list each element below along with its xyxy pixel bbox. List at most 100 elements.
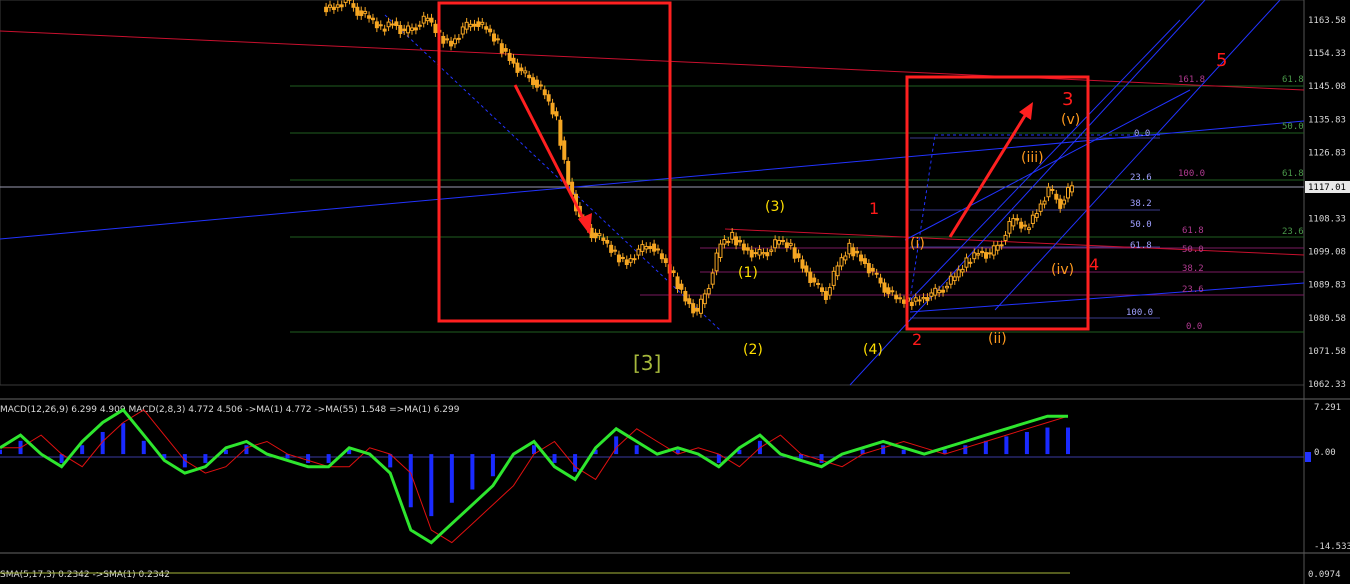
candle (1054, 193, 1059, 200)
candle (741, 243, 746, 251)
fib-label: 23.6 (1182, 285, 1204, 295)
candle (964, 257, 969, 268)
candle (886, 287, 891, 295)
candle (378, 24, 383, 27)
candle (710, 272, 715, 285)
wave-label-r5: 5 (1216, 50, 1227, 71)
candle (890, 290, 895, 293)
candle (597, 233, 602, 237)
fib-label: 61.8 (1282, 75, 1304, 85)
price-panel (0, 0, 1305, 386)
candle (542, 89, 547, 96)
candle (757, 248, 762, 256)
candle (616, 254, 621, 263)
candle (550, 102, 555, 115)
candle (331, 6, 336, 10)
candle (367, 15, 372, 19)
candle (784, 242, 789, 249)
candle (613, 249, 618, 252)
candle (714, 252, 719, 272)
candle (1034, 213, 1039, 218)
candle (519, 67, 524, 72)
macd-axis: 7.291 0.00 -14.533 (1314, 403, 1350, 552)
candle (480, 21, 485, 25)
candle (933, 287, 938, 296)
candle (484, 26, 489, 30)
candle (917, 299, 922, 302)
candle (531, 77, 536, 86)
candle (398, 25, 403, 35)
candle (413, 27, 418, 31)
candle (1030, 214, 1035, 224)
candle (441, 35, 446, 44)
candle (730, 231, 735, 240)
candle (738, 239, 742, 243)
candle (503, 48, 508, 52)
candle (866, 263, 871, 274)
candle (687, 298, 692, 305)
candle (921, 297, 926, 300)
candle (851, 247, 856, 257)
candle (452, 38, 457, 45)
candle (456, 37, 461, 40)
candle (460, 26, 465, 35)
fib-label: 0.0 (1186, 322, 1202, 332)
candle (870, 267, 875, 272)
candle (675, 276, 680, 290)
candle (1019, 221, 1024, 229)
candle (823, 290, 828, 300)
candle (902, 299, 906, 304)
candle (663, 258, 668, 264)
candle (691, 303, 696, 314)
chart-canvas[interactable]: [3] (1) (2) (3) (4) 1 2 3 4 5 (i) (ii) (… (0, 0, 1350, 584)
price-axis-label: 1080.58 (1308, 314, 1346, 324)
candle (843, 255, 848, 261)
candle (671, 270, 676, 274)
wave-label-r4: 4 (1089, 255, 1099, 274)
candle (745, 247, 750, 251)
candle (808, 271, 813, 283)
candle (1046, 186, 1051, 198)
candle (609, 244, 614, 253)
candle (433, 23, 438, 34)
candle (1011, 218, 1016, 227)
candle (1050, 188, 1055, 191)
candle (648, 246, 653, 249)
price-axis-label: 1154.33 (1308, 49, 1346, 59)
candle (952, 276, 957, 282)
candle (874, 272, 879, 275)
fib-label: 100.0 (1178, 169, 1205, 179)
wave-label-riv: (iv) (1051, 262, 1074, 278)
candle (624, 259, 629, 266)
candle (1042, 200, 1047, 205)
fib-label: 61.8 (1282, 169, 1304, 179)
candle (999, 244, 1004, 247)
price-axis-label: 1145.08 (1308, 82, 1346, 92)
candle (722, 238, 727, 245)
candle (492, 33, 496, 42)
candle (425, 17, 430, 22)
candle (562, 140, 567, 160)
candle (566, 161, 571, 185)
price-axis-label: 1089.83 (1308, 281, 1346, 291)
fib-label: 23.6 (1130, 173, 1152, 183)
price-axis-label: 1062.33 (1308, 380, 1346, 390)
trendlines (0, 0, 1305, 386)
candle (706, 288, 711, 295)
price-axis-label: 1163.58 (1308, 16, 1346, 26)
candle (780, 239, 785, 242)
candle (488, 28, 493, 33)
candle (640, 244, 645, 252)
candle (652, 243, 657, 252)
wave-label-ri: (i) (910, 236, 925, 252)
candle (523, 70, 528, 74)
candle (831, 270, 836, 286)
candle (980, 250, 985, 254)
candle (363, 10, 368, 14)
wave-label-rii: (ii) (988, 331, 1007, 347)
candle (929, 292, 934, 297)
candle (1007, 221, 1012, 234)
macd-axis-label: 7.291 (1314, 403, 1341, 413)
fib-label: 0.0 (1134, 129, 1150, 139)
candle (773, 239, 778, 249)
